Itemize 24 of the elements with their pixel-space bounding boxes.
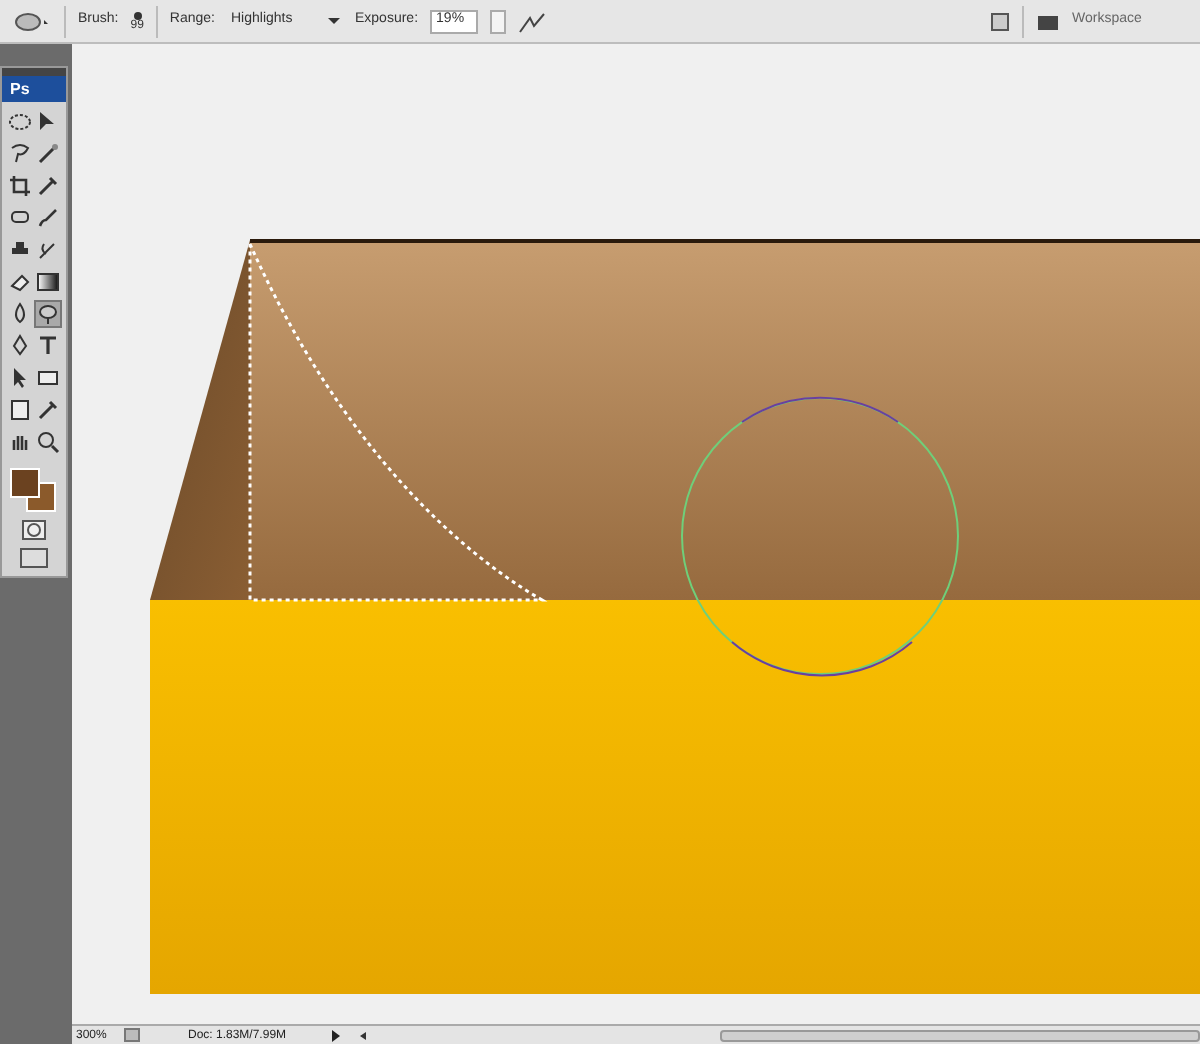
magic-wand-icon[interactable] <box>34 140 62 168</box>
airbrush-icon[interactable] <box>518 9 547 33</box>
screen-mode-icon[interactable] <box>20 548 48 568</box>
brush-icon[interactable] <box>34 204 62 232</box>
panel-icon[interactable] <box>990 11 1010 31</box>
scroll-left-arrow[interactable] <box>360 1031 366 1039</box>
exposure-slider-button[interactable] <box>490 9 507 33</box>
type-tool-icon[interactable] <box>34 332 62 360</box>
note-icon[interactable] <box>6 396 34 424</box>
eyedropper-icon[interactable] <box>34 396 62 424</box>
quick-mask-icon[interactable] <box>22 520 46 540</box>
crop-icon[interactable] <box>6 172 34 200</box>
horizontal-scrollbar-thumb[interactable] <box>720 1029 1200 1041</box>
dodge-tool-icon[interactable] <box>12 9 52 33</box>
gradient-icon[interactable] <box>34 268 62 296</box>
zoom-icon[interactable] <box>34 428 62 456</box>
color-swatches[interactable] <box>10 468 58 512</box>
ellipse-marquee-icon[interactable] <box>6 108 34 136</box>
app-logo: Ps <box>2 76 66 102</box>
camera-icon[interactable] <box>1036 11 1060 31</box>
eyedropper-icon[interactable] <box>34 172 62 200</box>
lasso-icon[interactable] <box>6 140 34 168</box>
dodge-tool-icon[interactable] <box>34 300 62 328</box>
status-menu-arrow[interactable] <box>332 1029 340 1041</box>
